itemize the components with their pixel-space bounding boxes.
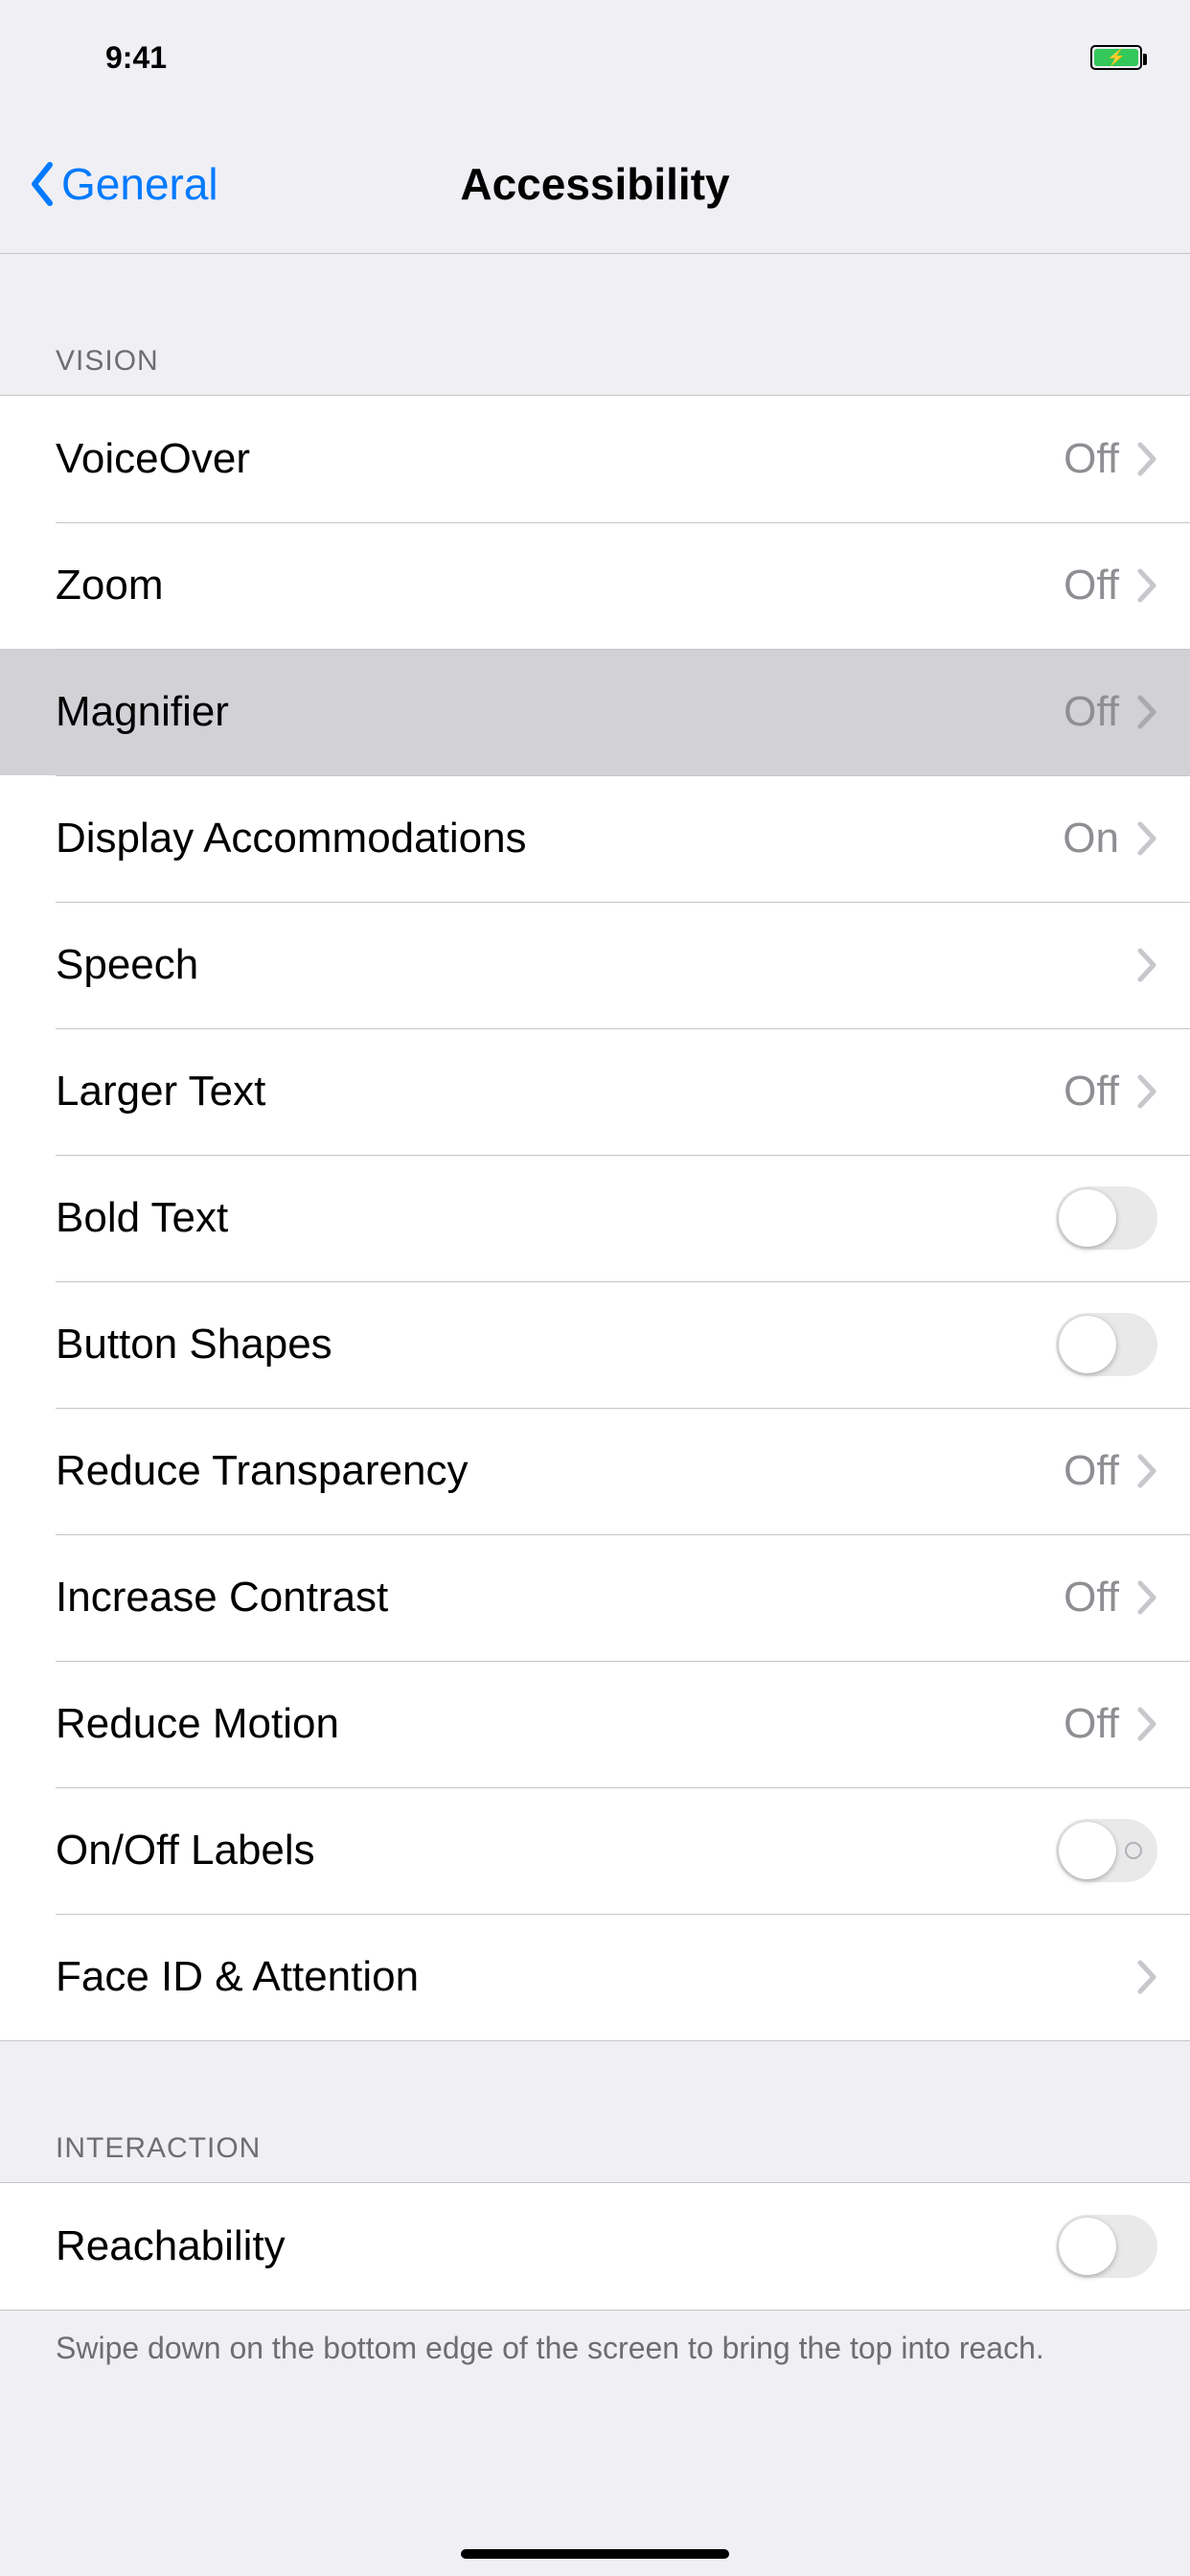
toggle-switch[interactable] [1056,1313,1157,1376]
settings-list: Reachability [0,2182,1190,2311]
chevron-right-icon [1136,1453,1157,1489]
chevron-right-icon [1136,820,1157,857]
settings-row[interactable]: Face ID & Attention [0,1914,1190,2040]
chevron-right-icon [1136,1579,1157,1616]
toggle-off-ring-icon [1125,1842,1142,1859]
settings-list: VoiceOverOffZoomOffMagnifierOffDisplay A… [0,395,1190,2041]
chevron-right-icon [1136,694,1157,730]
home-indicator [461,2549,729,2559]
status-time: 9:41 [105,40,167,76]
toggle-knob [1059,1316,1116,1373]
row-label: Magnifier [56,688,1064,736]
row-label: Reduce Transparency [56,1447,1064,1495]
row-value: Off [1064,562,1119,610]
settings-row[interactable]: MagnifierOff [0,649,1190,775]
section-footer: Swipe down on the bottom edge of the scr… [0,2311,1190,2398]
chevron-right-icon [1136,441,1157,477]
settings-row[interactable]: On/Off Labels [0,1787,1190,1914]
toggle-switch[interactable] [1056,1186,1157,1250]
row-value: Off [1064,1700,1119,1748]
row-label: On/Off Labels [56,1827,1056,1874]
nav-bar: General Accessibility [0,115,1190,254]
settings-row[interactable]: ZoomOff [0,522,1190,649]
chevron-right-icon [1136,947,1157,983]
chevron-right-icon [1136,567,1157,604]
back-label: General [61,158,218,210]
row-label: Zoom [56,562,1064,610]
toggle-knob [1059,1822,1116,1879]
row-label: Face ID & Attention [56,1953,1136,2001]
row-label: VoiceOver [56,435,1064,483]
settings-row[interactable]: Display AccommodationsOn [0,775,1190,902]
chevron-left-icon [29,161,56,207]
row-label: Speech [56,941,1136,989]
settings-row[interactable]: Bold Text [0,1155,1190,1281]
row-label: Larger Text [56,1068,1064,1116]
settings-row[interactable]: Increase ContrastOff [0,1534,1190,1661]
chevron-right-icon [1136,1706,1157,1742]
row-label: Bold Text [56,1194,1056,1242]
row-label: Increase Contrast [56,1574,1064,1622]
settings-row[interactable]: Larger TextOff [0,1028,1190,1155]
row-label: Reduce Motion [56,1700,1064,1748]
chevron-right-icon [1136,1959,1157,1995]
status-bar: 9:41 ⚡ [0,0,1190,115]
row-value: Off [1064,688,1119,736]
settings-row[interactable]: Reachability [0,2183,1190,2310]
row-label: Reachability [56,2222,1056,2270]
toggle-knob [1059,1189,1116,1247]
row-label: Display Accommodations [56,815,1063,862]
toggle-knob [1059,2218,1116,2275]
section-header: Interaction [0,2041,1190,2182]
chevron-right-icon [1136,1073,1157,1110]
section-header: Vision [0,254,1190,395]
row-value: Off [1064,1574,1119,1622]
settings-row[interactable]: Button Shapes [0,1281,1190,1408]
row-value: Off [1064,1068,1119,1116]
settings-row[interactable]: VoiceOverOff [0,396,1190,522]
battery-icon: ⚡ [1090,45,1142,70]
row-value: Off [1064,435,1119,483]
row-value: Off [1064,1447,1119,1495]
row-label: Button Shapes [56,1321,1056,1368]
settings-row[interactable]: Reduce MotionOff [0,1661,1190,1787]
toggle-switch[interactable] [1056,2215,1157,2278]
settings-row[interactable]: Speech [0,902,1190,1028]
back-button[interactable]: General [29,158,218,210]
settings-row[interactable]: Reduce TransparencyOff [0,1408,1190,1534]
toggle-switch[interactable] [1056,1819,1157,1882]
row-value: On [1063,815,1119,862]
